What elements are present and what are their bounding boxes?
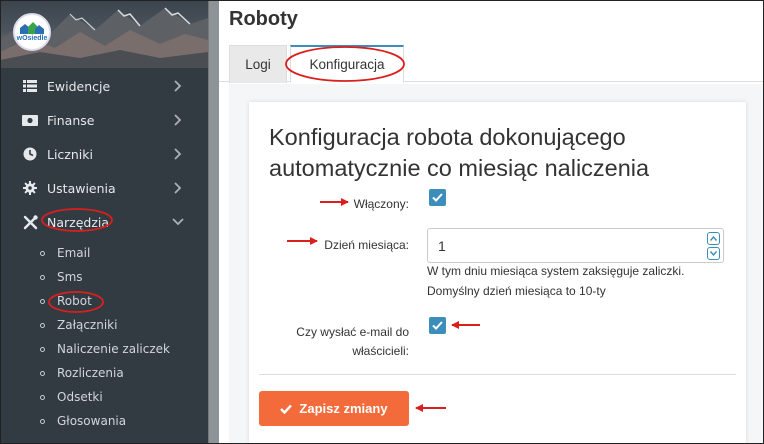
page-title: Roboty (229, 8, 298, 30)
sidebar-item-ustawienia[interactable]: Ustawienia (0, 171, 208, 205)
circle-icon (40, 394, 45, 400)
submenu-item-label: Rozliczenia (57, 366, 124, 380)
enabled-checkbox[interactable] (429, 189, 446, 206)
circle-icon (40, 370, 45, 376)
submenu-item-label: Załączniki (57, 318, 118, 332)
sidebar-scrollbar[interactable] (208, 0, 219, 444)
sidebar-item-label: Liczniki (47, 146, 93, 162)
day-of-month-input[interactable]: 1 (427, 228, 724, 263)
chevron-right-icon (174, 114, 182, 126)
day-of-month-label: Dzień miesiąca: (324, 238, 409, 252)
chevron-right-icon (174, 80, 182, 92)
sidebar-item-label: Ewidencje (47, 78, 111, 94)
sidebar-header: wOsiedle (0, 0, 208, 68)
checkmark-icon (432, 321, 443, 330)
send-email-label-line1: Czy wysłać e-mail do (296, 325, 409, 339)
list-icon (22, 78, 38, 94)
check-icon (280, 404, 293, 414)
help-text-line1: W tym dniu miesiąca system zaksięguje za… (427, 264, 685, 278)
tools-icon (22, 214, 38, 230)
submenu-item-label: Sms (57, 270, 83, 284)
send-email-checkbox[interactable] (429, 317, 446, 334)
tab-konfiguracja[interactable]: Konfiguracja (290, 45, 404, 83)
sidebar-item-label: Narzędzia (47, 214, 110, 230)
send-email-label-line2: właścicieli: (352, 344, 409, 358)
submenu-item-label: Głosowania (57, 414, 127, 428)
submenu-item-label: Email (57, 246, 91, 260)
circle-icon (40, 250, 45, 256)
circle-icon (40, 274, 45, 280)
submenu-item-odsetki[interactable]: Odsetki (0, 385, 208, 409)
chevron-right-icon (174, 148, 182, 160)
circle-icon (40, 298, 45, 304)
clock-icon (22, 146, 38, 162)
submenu-item-robot[interactable]: Robot (0, 289, 208, 313)
form-title: Konfiguracja robota dokonującego automat… (269, 124, 650, 181)
help-text-line2: Domyślny dzień miesiąca to 10-ty (427, 284, 606, 298)
submenu-item-email[interactable]: Email (0, 241, 208, 265)
enabled-label: Włączony: (353, 197, 409, 211)
sidebar-item-label: Ustawienia (47, 180, 116, 196)
submenu-item-label: Odsetki (57, 390, 103, 404)
save-button-label: Zapisz zmiany (299, 401, 388, 416)
submenu-item-label: Naliczenie zaliczek (57, 342, 170, 356)
sidebar-item-finanse[interactable]: Finanse (0, 103, 208, 137)
logo-text: wOsiedle (16, 35, 48, 42)
money-icon (22, 112, 38, 128)
send-email-label: Czy wysłać e-mail do właścicieli: (269, 323, 409, 361)
sidebar-item-liczniki[interactable]: Liczniki (0, 137, 208, 171)
chevron-down-icon (172, 218, 184, 226)
save-button[interactable]: Zapisz zmiany (259, 391, 409, 426)
submenu-narzedzia: Email Sms Robot Załączniki Naliczenie za… (0, 239, 208, 433)
gear-icon (22, 180, 38, 196)
spin-down-button[interactable] (707, 247, 720, 260)
sidebar-menu: Ewidencje Finanse Liczniki Ustawienia Na… (0, 69, 208, 433)
day-of-month-value: 1 (438, 238, 446, 254)
config-card: Konfiguracja robota dokonującego automat… (249, 102, 746, 444)
submenu-item-naliczenie-zaliczek[interactable]: Naliczenie zaliczek (0, 337, 208, 361)
submenu-item-label: Robot (57, 294, 92, 308)
circle-icon (40, 346, 45, 352)
main-content: Roboty Logi Konfiguracja Konfiguracja ro… (219, 0, 764, 444)
spin-up-button[interactable] (707, 232, 720, 245)
chevron-right-icon (174, 182, 182, 194)
chevron-up-icon (710, 236, 717, 241)
chevron-down-icon (710, 251, 717, 256)
submenu-item-glosowania[interactable]: Głosowania (0, 409, 208, 433)
circle-icon (40, 322, 45, 328)
submenu-item-rozliczenia[interactable]: Rozliczenia (0, 361, 208, 385)
sidebar-item-narzedzia[interactable]: Narzędzia (0, 205, 208, 239)
submenu-item-zalaczniki[interactable]: Załączniki (0, 313, 208, 337)
submenu-item-sms[interactable]: Sms (0, 265, 208, 289)
form-divider (259, 374, 736, 375)
tab-logi[interactable]: Logi (229, 45, 287, 83)
tabs-bar: Logi Konfiguracja (219, 42, 764, 83)
houses-icon (20, 22, 44, 34)
sidebar-item-label: Finanse (47, 112, 95, 128)
app-logo[interactable]: wOsiedle (13, 13, 51, 51)
circle-icon (40, 418, 45, 424)
sidebar-item-ewidencje[interactable]: Ewidencje (0, 69, 208, 103)
checkmark-icon (432, 193, 443, 202)
sidebar: wOsiedle Ewidencje Finanse Liczniki Usta… (0, 0, 208, 444)
